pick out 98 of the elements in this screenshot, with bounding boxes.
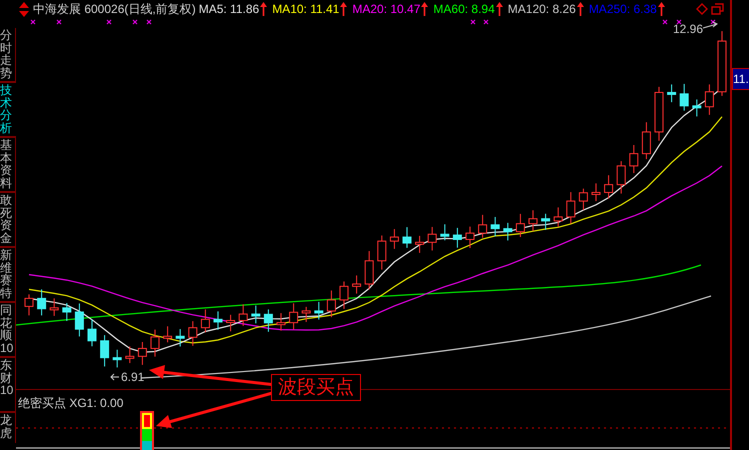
candlestick <box>490 216 500 237</box>
scroll-arrows-icon[interactable] <box>18 0 30 18</box>
indicator-value: MA5: 11.86 <box>198 1 260 18</box>
arrow-up-icon <box>421 2 428 16</box>
candlestick <box>74 302 84 337</box>
candlestick <box>642 122 651 160</box>
x-mark-icon <box>676 19 682 25</box>
candlestick <box>440 224 450 241</box>
indicator-value: MA10: 11.41 <box>272 1 340 18</box>
candlestick <box>352 274 362 294</box>
window-icon[interactable] <box>711 3 724 15</box>
candlestick <box>37 288 46 316</box>
candlestick <box>592 182 600 202</box>
candlestick <box>466 226 474 248</box>
candlestick <box>125 346 134 364</box>
candlestick <box>566 192 576 224</box>
candlestick <box>200 308 210 333</box>
candlestick <box>100 334 110 367</box>
candlestick <box>667 84 676 103</box>
indicator-value: MA60: 8.94 <box>433 1 495 18</box>
indicator-title: 绝密买点 XG1: 0.00 <box>18 395 124 412</box>
sidebar-tab[interactable]: 分时走势 <box>0 28 16 83</box>
candlestick <box>340 281 348 310</box>
stock-title: 中海发展 600026(日线,前复权) <box>33 1 196 18</box>
candlestick <box>188 320 198 346</box>
annotation-label: 波段买点 <box>271 374 361 401</box>
x-mark-icon <box>662 19 668 25</box>
candlestick <box>604 174 614 200</box>
candlestick <box>377 235 386 270</box>
candlestick <box>214 310 222 330</box>
candlestick <box>112 349 122 368</box>
candlestick <box>452 227 462 248</box>
sidebar-tab[interactable]: 龙虎 <box>0 413 16 443</box>
arrow-up-icon <box>658 2 665 16</box>
candlestick <box>176 328 185 347</box>
candlestick <box>541 213 550 230</box>
signal-bar <box>140 411 154 450</box>
candlestick <box>289 302 298 330</box>
candlestick <box>428 226 437 251</box>
candlestick <box>402 226 412 248</box>
sidebar-tab[interactable]: 东财10 <box>0 358 16 413</box>
low-price-label: 6.91 <box>121 370 144 384</box>
candlestick <box>503 222 512 241</box>
high-price-label: 12.96 <box>673 22 704 36</box>
candlestick <box>528 210 538 232</box>
candlestick <box>364 250 374 290</box>
candlestick <box>415 235 424 254</box>
sidebar-tab[interactable]: 同花顺10 <box>0 303 16 358</box>
sidebar-tab[interactable]: 新维赛特 <box>0 248 16 303</box>
candlestick <box>50 298 59 316</box>
x-mark-icon <box>146 19 152 25</box>
candlestick <box>554 206 563 228</box>
candlestick <box>718 30 726 96</box>
candlestick <box>150 329 160 358</box>
candlestick <box>390 228 399 250</box>
x-mark-icon <box>132 19 138 25</box>
x-mark-icon <box>710 19 716 25</box>
candlestick <box>24 294 34 316</box>
x-mark-icon <box>483 19 489 25</box>
candlestick <box>276 312 286 332</box>
candlestick <box>516 213 525 238</box>
arrow-up-icon <box>576 2 584 16</box>
candlestick <box>692 98 702 117</box>
x-mark-icon <box>30 19 36 25</box>
candlestick <box>138 341 147 366</box>
leader-arrow-icon <box>110 374 120 380</box>
x-mark-icon <box>470 19 476 25</box>
candlestick <box>616 160 626 194</box>
candlestick <box>578 188 588 211</box>
candlestick <box>629 144 638 174</box>
sidebar-tab[interactable]: 基本资料 <box>0 138 16 193</box>
candlestick <box>163 326 172 343</box>
candlestick <box>264 308 273 332</box>
candlestick <box>226 314 236 332</box>
indicator-value: MA250: 6.38 <box>588 1 657 18</box>
candlestick <box>326 290 336 318</box>
x-mark-icon <box>106 19 112 25</box>
sidebar-tab[interactable]: 技术分析 <box>0 83 16 138</box>
diamond-icon[interactable] <box>696 3 708 15</box>
arrow-up-icon <box>496 2 503 16</box>
candlestick <box>251 305 260 324</box>
leader-arrow-icon <box>702 22 718 28</box>
arrow-up-icon <box>260 2 268 16</box>
candlestick <box>314 301 324 320</box>
arrow-up-icon <box>340 2 348 16</box>
candlestick <box>62 302 72 322</box>
x-mark-icon <box>56 19 62 25</box>
candlestick <box>302 306 311 322</box>
candlestick <box>238 304 248 326</box>
candlestick <box>654 86 664 142</box>
candlestick <box>704 84 714 116</box>
price-tag: 11. <box>732 68 749 90</box>
indicator-value: MA120: 8.26 <box>508 1 576 18</box>
sidebar-tab[interactable]: 敢死资金 <box>0 193 16 248</box>
candlestick <box>680 83 689 112</box>
indicator-value: MA20: 10.47 <box>352 1 420 18</box>
candlestick <box>478 214 488 238</box>
candlestick <box>88 318 96 347</box>
